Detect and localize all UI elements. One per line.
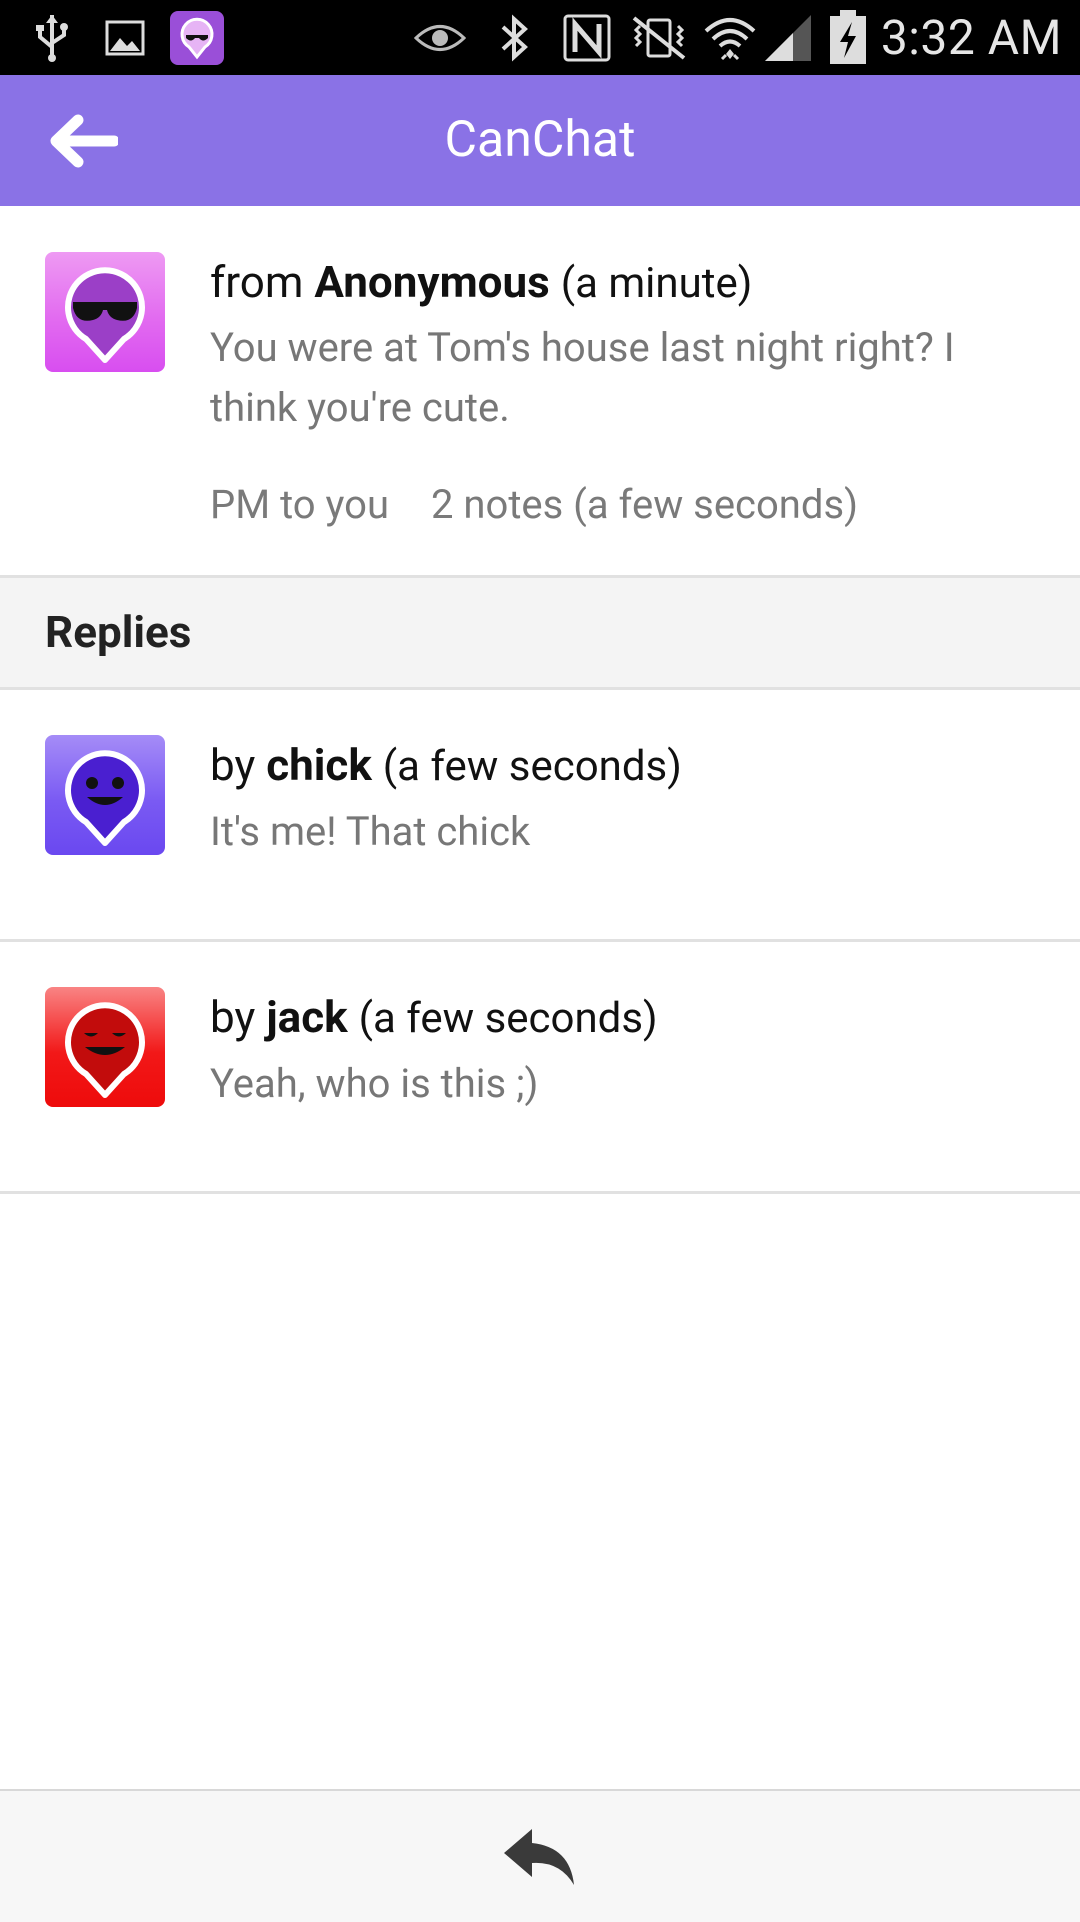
reply-button[interactable]	[490, 1807, 590, 1907]
bottom-action-bar	[0, 1789, 1080, 1922]
app-bar: CanChat	[0, 75, 1080, 208]
signal-icon	[762, 0, 814, 75]
smirk-face-pin-icon	[65, 1002, 145, 1098]
reply-time: (a few seconds)	[358, 994, 658, 1043]
smiley-face-pin-icon	[65, 750, 145, 846]
app-title: CanChat	[444, 111, 636, 169]
post-meta: PM to you 2 notes (a few seconds)	[210, 470, 858, 540]
gallery-icon	[102, 0, 148, 75]
status-bar: 3:32 AM	[0, 0, 1080, 75]
replies-title: Replies	[45, 606, 192, 658]
notes-label[interactable]: 2 notes (a few seconds)	[431, 481, 858, 528]
reply-avatar[interactable]	[45, 987, 165, 1107]
replies-section-header: Replies	[0, 578, 1080, 690]
reply-header: by chick (a few seconds)	[210, 734, 1050, 796]
sunglasses-face-pin-icon	[65, 267, 145, 363]
post-avatar[interactable]	[45, 252, 165, 372]
wifi-icon	[702, 0, 758, 75]
post-prefix: from	[210, 256, 304, 308]
reply-item[interactable]: by chick (a few seconds) It's me! That c…	[0, 690, 1080, 942]
nfc-icon	[560, 0, 614, 75]
battery-charging-icon	[826, 0, 870, 75]
reply-author[interactable]: jack	[266, 991, 347, 1043]
eye-icon	[412, 0, 468, 75]
reply-time: (a few seconds)	[382, 742, 682, 791]
reply-header: by jack (a few seconds)	[210, 986, 1050, 1048]
original-post: from Anonymous (a minute) You were at To…	[0, 206, 1080, 578]
reply-author[interactable]: chick	[266, 739, 372, 791]
reply-item[interactable]: by jack (a few seconds) Yeah, who is thi…	[0, 942, 1080, 1194]
reply-text: It's me! That chick	[210, 808, 531, 855]
usb-icon	[30, 0, 74, 75]
post-time: (a minute)	[560, 259, 753, 308]
post-text: You were at Tom's house last night right…	[210, 324, 955, 431]
reply-icon	[504, 1828, 574, 1885]
pm-label: PM to you	[210, 481, 390, 528]
vibrate-icon	[624, 0, 694, 75]
reply-avatar[interactable]	[45, 735, 165, 855]
reply-prefix: by	[210, 739, 256, 791]
post-author[interactable]: Anonymous	[314, 256, 549, 308]
post-header: from Anonymous (a minute)	[210, 252, 1050, 312]
canchat-notification-icon	[170, 0, 224, 75]
status-time: 3:32 AM	[880, 9, 1062, 66]
reply-text: Yeah, who is this ;)	[210, 1060, 539, 1107]
bluetooth-icon	[492, 0, 536, 75]
reply-prefix: by	[210, 991, 256, 1043]
